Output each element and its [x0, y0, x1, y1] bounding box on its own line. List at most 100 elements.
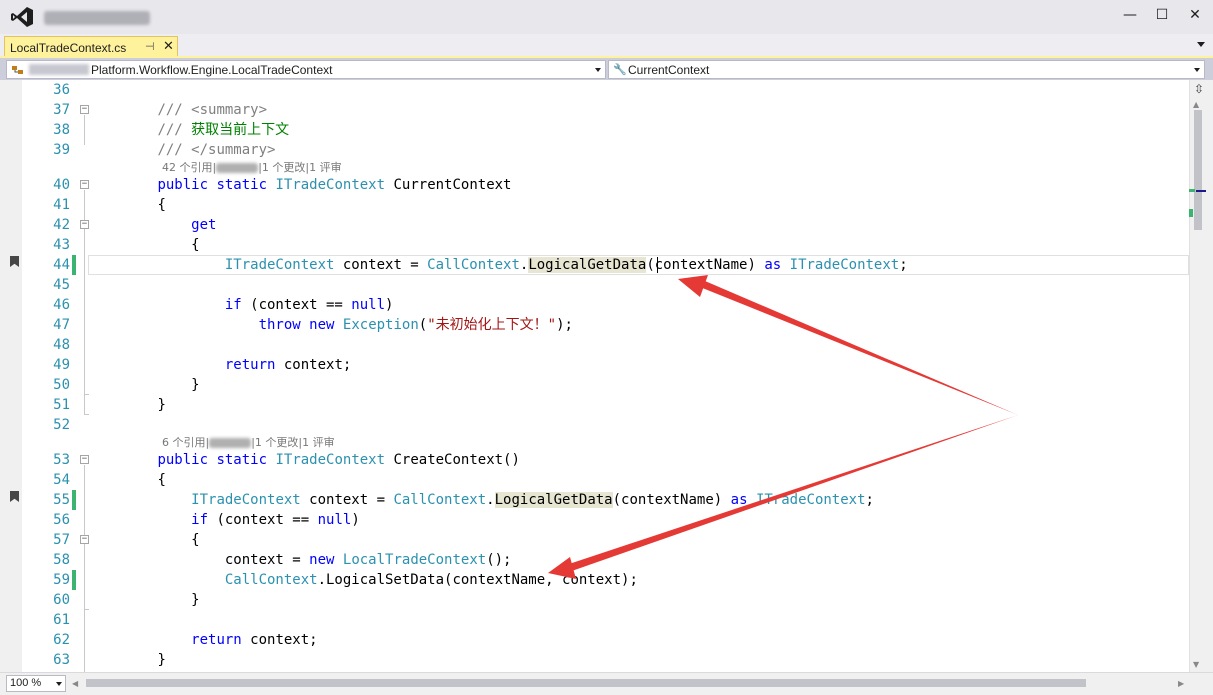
code-editor[interactable]: 36 37 38 39 40 41 42 43 44 45 46 47 48 4… [0, 80, 1213, 672]
codelens-references[interactable]: 6 个引用 [162, 436, 206, 449]
doc-comment-tag: </summary> [191, 142, 276, 158]
line-number: 48 [53, 337, 70, 353]
fold-guide [84, 465, 85, 672]
line-number: 55 [53, 492, 70, 508]
codelens-current-context[interactable]: 42 个引用| |1 个更改|1 评审 [162, 159, 342, 175]
code-line-46: if (context == null) [90, 295, 394, 315]
code-line-50: } [90, 375, 199, 395]
keyword: return [191, 632, 242, 648]
doc-comment-tag: <summary> [191, 102, 268, 118]
collapse-toggle[interactable]: − [80, 220, 89, 229]
member-dropdown[interactable]: 🔧 CurrentContext [608, 60, 1205, 79]
horizontal-scrollbar-thumb[interactable] [86, 679, 1086, 687]
keyword: get [191, 217, 217, 233]
type-name: LocalTradeContext [342, 552, 487, 568]
keyword: if [191, 512, 209, 528]
line-number: 42 [53, 217, 70, 233]
type-name: ITradeContext [275, 452, 386, 468]
line-number: 47 [53, 317, 70, 333]
brace: } [191, 592, 200, 608]
tab-overflow-dropdown-icon[interactable] [1197, 42, 1205, 47]
code-line-44: ITradeContext context = CallContext.Logi… [90, 255, 908, 275]
code-line-51: } [90, 395, 165, 415]
keyword: public [157, 452, 209, 468]
doc-comment-text: 获取当前上下文 [191, 122, 290, 138]
change-marker [72, 255, 76, 275]
fold-end [84, 609, 89, 610]
code-line-47: throw new Exception("未初始化上下文！"); [90, 315, 573, 335]
minimize-button[interactable]: — [1116, 4, 1144, 26]
scroll-left-icon[interactable]: ◀ [72, 679, 78, 688]
fold-guide [84, 115, 85, 145]
code-line-54: { [90, 470, 166, 490]
keyword: as [730, 492, 748, 508]
type-name: CallContext [427, 257, 520, 273]
codelens-author-redacted [216, 163, 259, 173]
type-name: CallContext [224, 572, 318, 588]
collapse-toggle[interactable]: − [80, 105, 89, 114]
fold-end [84, 394, 89, 395]
code-text: context = [334, 257, 428, 273]
brace: { [157, 472, 166, 488]
line-number: 53 [53, 452, 70, 468]
code-text: .LogicalSetData(contextName, context); [317, 572, 638, 588]
code-text: (contextName) [612, 492, 731, 508]
close-icon[interactable]: ✕ [163, 38, 174, 54]
line-number: 54 [53, 472, 70, 488]
close-window-button[interactable]: ✕ [1181, 4, 1209, 26]
code-line-55: ITradeContext context = CallContext.Logi… [90, 490, 874, 510]
type-name: ITradeContext [755, 492, 866, 508]
collapse-toggle[interactable]: − [80, 180, 89, 189]
code-line-58: context = new LocalTradeContext(); [90, 550, 512, 570]
line-number: 40 [53, 177, 70, 193]
keyword: null [351, 297, 386, 313]
keyword: static [216, 177, 268, 193]
line-number: 56 [53, 512, 70, 528]
line-number: 62 [53, 632, 70, 648]
code-line-59: CallContext.LogicalSetData(contextName, … [90, 570, 638, 590]
code-text: (context == [241, 297, 352, 313]
scrollbar-caret-mark [1196, 190, 1206, 192]
title-bar: — ☐ ✕ [0, 0, 1213, 34]
type-name: ITradeContext [224, 257, 335, 273]
member-name: CreateContext() [393, 452, 520, 468]
codelens-create-context[interactable]: 6 个引用| |1 个更改|1 评审 [162, 434, 335, 450]
string-literal: "未初始化上下文！" [427, 317, 557, 333]
line-number: 38 [53, 122, 70, 138]
scroll-right-icon[interactable]: ▶ [1178, 679, 1184, 688]
keyword: return [224, 357, 276, 373]
doc-comment-prefix: /// [157, 142, 192, 158]
tab-localtradecontext[interactable]: LocalTradeContext.cs ⊣ ✕ [4, 36, 178, 58]
code-line-56: if (context == null) [90, 510, 360, 530]
code-text: ; [899, 257, 908, 273]
code-text: ) [351, 512, 360, 528]
scroll-up-icon[interactable]: ▲ [1193, 100, 1199, 109]
scrollbar-thumb[interactable] [1194, 110, 1202, 230]
zoom-dropdown[interactable]: 100 % [6, 675, 66, 692]
collapse-toggle[interactable]: − [80, 455, 89, 464]
codelens-changes[interactable]: |1 个更改|1 评审 [251, 436, 334, 449]
line-number: 43 [53, 237, 70, 253]
collapse-toggle[interactable]: − [80, 535, 89, 544]
code-line-53: public static ITradeContext CreateContex… [90, 450, 520, 470]
navigation-bar: Platform.Workflow.Engine.LocalTradeConte… [0, 58, 1213, 80]
maximize-button[interactable]: ☐ [1148, 4, 1176, 26]
code-line-57: { [90, 530, 199, 550]
line-number: 60 [53, 592, 70, 608]
split-window-icon[interactable]: ⇳ [1191, 81, 1207, 97]
type-dropdown[interactable]: Platform.Workflow.Engine.LocalTradeConte… [6, 60, 606, 79]
editor-bottom-bar: 100 % ◀ ▶ [0, 672, 1213, 695]
line-number: 37 [53, 102, 70, 118]
scroll-down-icon[interactable]: ▼ [1193, 660, 1199, 669]
type-name: ITradeContext [275, 177, 386, 193]
code-text: (contextName) [646, 257, 765, 273]
line-number: 44 [53, 257, 70, 273]
codelens-references[interactable]: 42 个引用 [162, 161, 213, 174]
codelens-changes[interactable]: |1 个更改|1 评审 [258, 161, 341, 174]
pin-icon[interactable]: ⊣ [145, 40, 155, 53]
code-line-42: get [90, 215, 216, 235]
line-number: 59 [53, 572, 70, 588]
code-line-60: } [90, 590, 200, 610]
keyword: if [224, 297, 242, 313]
document-tab-strip: LocalTradeContext.cs ⊣ ✕ [0, 34, 1213, 58]
